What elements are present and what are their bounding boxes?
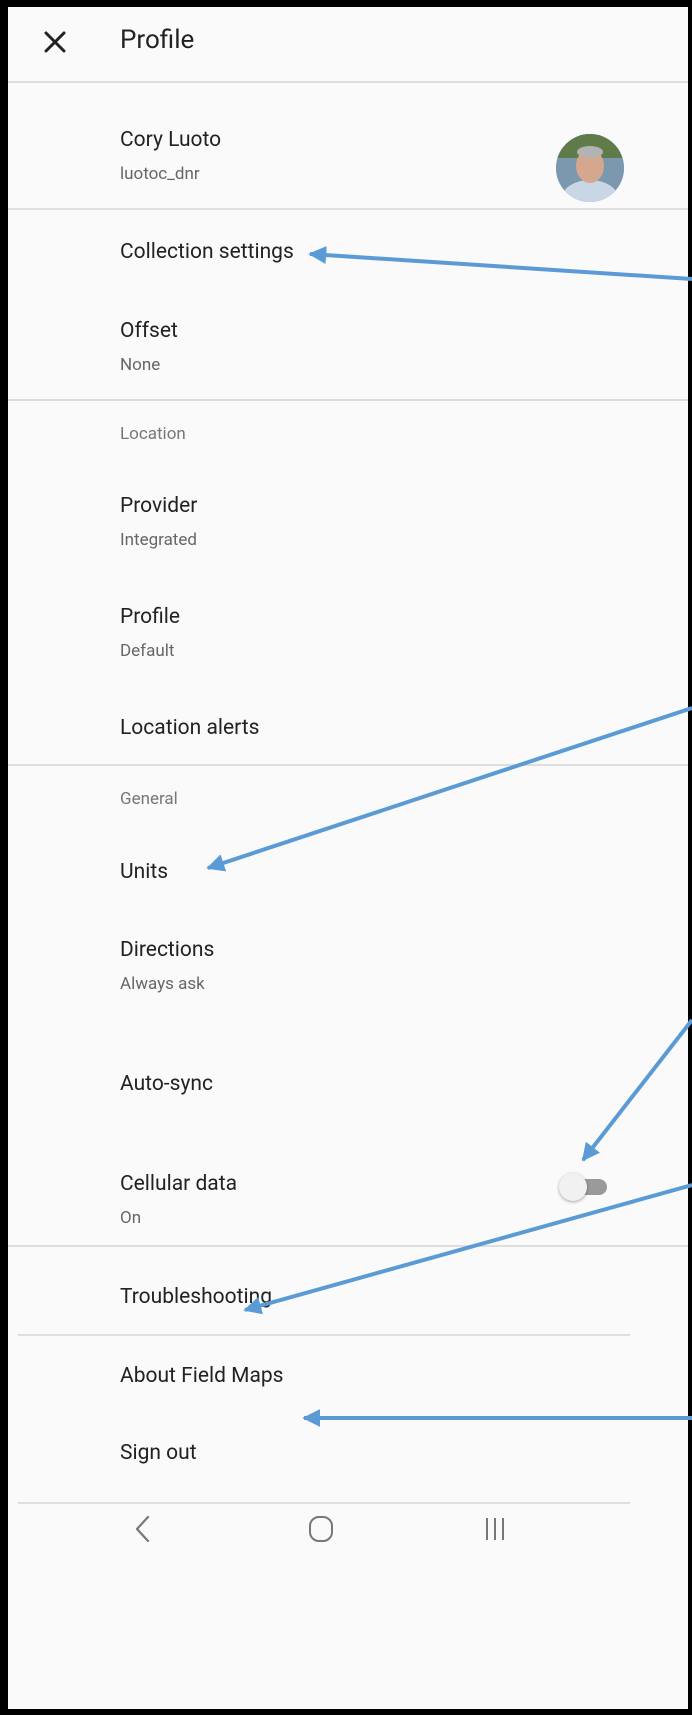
divider (8, 764, 688, 766)
app-frame: Profile Cory Luoto luotoc_dnr Collection… (0, 0, 692, 1715)
header: Profile (8, 7, 688, 89)
units-item[interactable]: Units (120, 859, 168, 885)
divider (8, 1245, 688, 1247)
close-icon[interactable] (40, 27, 70, 57)
provider-label: Provider (120, 494, 198, 518)
section-general-label: General (120, 789, 178, 809)
user-username: luotoc_dnr (120, 164, 200, 184)
location-profile-value: Default (120, 641, 175, 661)
signout-label: Sign out (120, 1441, 197, 1465)
collection-settings-item[interactable]: Collection settings (120, 239, 294, 265)
directions-item[interactable]: Directions Always ask (120, 937, 214, 995)
cellular-data-value: On (120, 1208, 142, 1228)
offset-label: Offset (120, 319, 178, 343)
troubleshooting-item[interactable]: Troubleshooting (120, 1284, 272, 1310)
divider (8, 208, 688, 210)
location-profile-item[interactable]: Profile Default (120, 604, 180, 662)
offset-value: None (120, 355, 161, 375)
collection-settings-label: Collection settings (120, 240, 294, 264)
avatar[interactable] (556, 134, 624, 202)
provider-item[interactable]: Provider Integrated (120, 493, 197, 551)
divider (18, 1502, 630, 1504)
divider (18, 1334, 630, 1336)
offset-item[interactable]: Offset None (120, 318, 178, 376)
autosync-label: Auto-sync (120, 1072, 213, 1096)
location-alerts-label: Location alerts (120, 716, 260, 740)
divider (8, 399, 688, 401)
signout-item[interactable]: Sign out (120, 1440, 197, 1466)
system-navbar (8, 1649, 688, 1709)
about-item[interactable]: About Field Maps (120, 1363, 284, 1389)
units-label: Units (120, 860, 169, 884)
provider-value: Integrated (120, 530, 197, 550)
divider (8, 81, 688, 83)
back-icon[interactable] (128, 1512, 158, 1546)
cellular-data-label: Cellular data (120, 1172, 238, 1196)
about-label: About Field Maps (120, 1364, 284, 1388)
directions-label: Directions (120, 938, 215, 962)
troubleshooting-label: Troubleshooting (120, 1285, 272, 1309)
page-title: Profile (120, 25, 195, 55)
location-alerts-item[interactable]: Location alerts (120, 715, 259, 741)
toggle-knob (559, 1173, 587, 1201)
autosync-toggle[interactable] (549, 1171, 611, 1203)
user-name: Cory Luoto (120, 128, 222, 152)
cellular-data-item[interactable]: Cellular data On (120, 1171, 237, 1229)
directions-value: Always ask (120, 974, 205, 994)
user-row[interactable]: Cory Luoto luotoc_dnr (120, 127, 221, 185)
autosync-item[interactable]: Auto-sync (120, 1071, 213, 1097)
recents-icon[interactable] (480, 1514, 510, 1544)
location-profile-label: Profile (120, 605, 181, 629)
home-icon[interactable] (306, 1513, 336, 1545)
section-location-label: Location (120, 424, 186, 444)
